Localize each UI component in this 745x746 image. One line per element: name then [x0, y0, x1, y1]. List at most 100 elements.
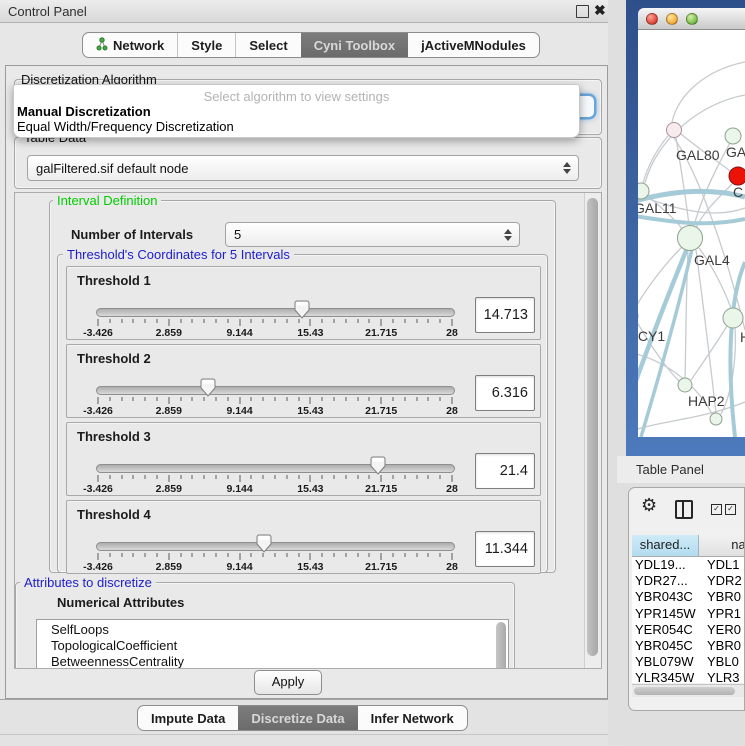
list-scrollbar[interactable]: [496, 622, 506, 669]
cell-name[interactable]: YBL0: [702, 654, 744, 670]
cell-name[interactable]: YPR1: [702, 606, 744, 622]
threshold-value-field[interactable]: 11.344: [475, 531, 535, 567]
tick-mark: [310, 319, 311, 326]
column-header-name[interactable]: na: [699, 535, 744, 556]
table-row[interactable]: YDL19...YDL1: [632, 557, 744, 573]
tab-infer-network[interactable]: Infer Network: [358, 706, 467, 730]
threshold-value-field[interactable]: 14.713: [475, 297, 535, 333]
network-node[interactable]: [638, 183, 649, 199]
threshold-value-field[interactable]: 21.4: [475, 453, 535, 489]
network-edge[interactable]: [730, 262, 745, 437]
cell-shared-name[interactable]: YBR045C: [632, 638, 702, 654]
tick-label: -3.426: [83, 483, 113, 495]
settings-scrollbar[interactable]: [584, 193, 601, 668]
table-row[interactable]: YDR27...YDR2: [632, 573, 744, 589]
tab-select[interactable]: Select: [235, 33, 300, 57]
tab-network[interactable]: Network: [83, 33, 177, 57]
attribute-list-item[interactable]: TopologicalCoefficient: [37, 636, 508, 652]
cell-name[interactable]: YBR0: [702, 638, 744, 654]
network-node[interactable]: [723, 308, 743, 328]
table-row[interactable]: YER054CYER0: [632, 622, 744, 638]
network-window-titlebar[interactable]: [638, 8, 745, 30]
tick-mark: [263, 319, 264, 323]
tab-impute-data[interactable]: Impute Data: [138, 706, 238, 730]
scrollbar-thumb[interactable]: [587, 198, 598, 656]
cell-shared-name[interactable]: YBL079W: [632, 654, 702, 670]
column-header-shared-name[interactable]: shared...: [632, 535, 699, 556]
checkbox-icon[interactable]: ✓: [711, 504, 722, 515]
network-node[interactable]: [667, 123, 682, 138]
tick-mark: [133, 553, 134, 557]
tab-label: Cyni Toolbox: [314, 38, 395, 53]
tick-label: 28: [446, 405, 458, 417]
network-node[interactable]: [725, 128, 741, 144]
network-edge[interactable]: [672, 62, 745, 122]
tick-mark: [109, 319, 110, 323]
zoom-traffic-light-icon[interactable]: [686, 13, 698, 25]
cell-name[interactable]: YLR3: [702, 670, 744, 683]
table-data-combo[interactable]: galFiltered.sif default node: [27, 155, 579, 181]
slider-thumb[interactable]: [200, 378, 216, 397]
cell-shared-name[interactable]: YBR043C: [632, 589, 702, 605]
apply-button[interactable]: Apply: [254, 670, 322, 695]
network-edge[interactable]: [691, 326, 727, 380]
float-window-icon[interactable]: [576, 5, 589, 18]
network-edge[interactable]: [696, 250, 716, 413]
tick-mark: [192, 475, 193, 479]
dropdown-option-equal-width-frequency[interactable]: Equal Width/Frequency Discretization: [17, 119, 234, 134]
network-node[interactable]: [729, 167, 745, 185]
dropdown-option-manual-discretization[interactable]: Manual Discretization: [17, 104, 151, 119]
tab-style[interactable]: Style: [177, 33, 235, 57]
slider-track[interactable]: [96, 308, 455, 317]
network-node[interactable]: [678, 226, 703, 251]
cell-shared-name[interactable]: YDL19...: [632, 557, 702, 573]
column-layout-icon[interactable]: [675, 500, 693, 519]
table-row[interactable]: YBR045CYBR0: [632, 638, 744, 654]
cell-shared-name[interactable]: YER054C: [632, 622, 702, 638]
table-panel-titlebar: Table Panel: [617, 456, 745, 483]
attribute-list-item[interactable]: BetweennessCentrality: [37, 652, 508, 668]
slider-thumb[interactable]: [370, 456, 386, 475]
table-row[interactable]: YBR043CYBR0: [632, 589, 744, 605]
table-row[interactable]: YPR145WYPR1: [632, 606, 744, 622]
scrollbar-thumb[interactable]: [634, 687, 735, 695]
tick-mark: [334, 397, 335, 401]
close-icon[interactable]: ✖: [594, 2, 605, 13]
cell-name[interactable]: YBR0: [702, 589, 744, 605]
cell-shared-name[interactable]: YDR27...: [632, 573, 702, 589]
network-node[interactable]: [710, 413, 722, 425]
gear-icon[interactable]: ⚙: [641, 495, 657, 516]
slider-thumb[interactable]: [294, 300, 310, 319]
tab-discretize-data[interactable]: Discretize Data: [238, 706, 357, 730]
tick-label: 9.144: [226, 327, 252, 339]
tick-row: [98, 553, 452, 560]
tick-mark: [121, 475, 122, 479]
table-row[interactable]: YLR345WYLR3: [632, 670, 744, 683]
tab-cyni-toolbox[interactable]: Cyni Toolbox: [301, 33, 408, 57]
attribute-list-item[interactable]: SelfLoops: [37, 620, 508, 636]
cell-name[interactable]: YER0: [702, 622, 744, 638]
tab-jactivemnodules[interactable]: jActiveMNodules: [408, 33, 539, 57]
checkbox-icon[interactable]: ✓: [725, 504, 736, 515]
close-traffic-light-icon[interactable]: [646, 13, 658, 25]
cell-name[interactable]: YDL1: [702, 557, 744, 573]
numerical-attributes-list[interactable]: SelfLoopsTopologicalCoefficientBetweenne…: [36, 619, 509, 669]
network-canvas[interactable]: GAL80GACGAL11GAL4GCY1HHAP2: [638, 30, 745, 437]
slider-track[interactable]: [96, 386, 455, 395]
slider-track[interactable]: [96, 464, 455, 473]
minimize-traffic-light-icon[interactable]: [666, 13, 678, 25]
slider-track[interactable]: [96, 542, 455, 551]
cell-name[interactable]: YDR2: [702, 573, 744, 589]
table-hscrollbar[interactable]: [632, 684, 744, 697]
threshold-value-field[interactable]: 6.316: [475, 375, 535, 411]
tick-mark: [98, 397, 99, 404]
number-of-intervals-combo[interactable]: 5: [225, 222, 520, 247]
tick-mark: [357, 553, 358, 557]
network-edge[interactable]: [638, 215, 745, 223]
table-row[interactable]: YBL079WYBL0: [632, 654, 744, 670]
slider-thumb[interactable]: [256, 534, 272, 553]
attributes-group: Attributes to discretize Numerical Attri…: [15, 582, 515, 669]
network-node[interactable]: [678, 378, 692, 392]
cell-shared-name[interactable]: YPR145W: [632, 606, 702, 622]
cell-shared-name[interactable]: YLR345W: [632, 670, 702, 683]
